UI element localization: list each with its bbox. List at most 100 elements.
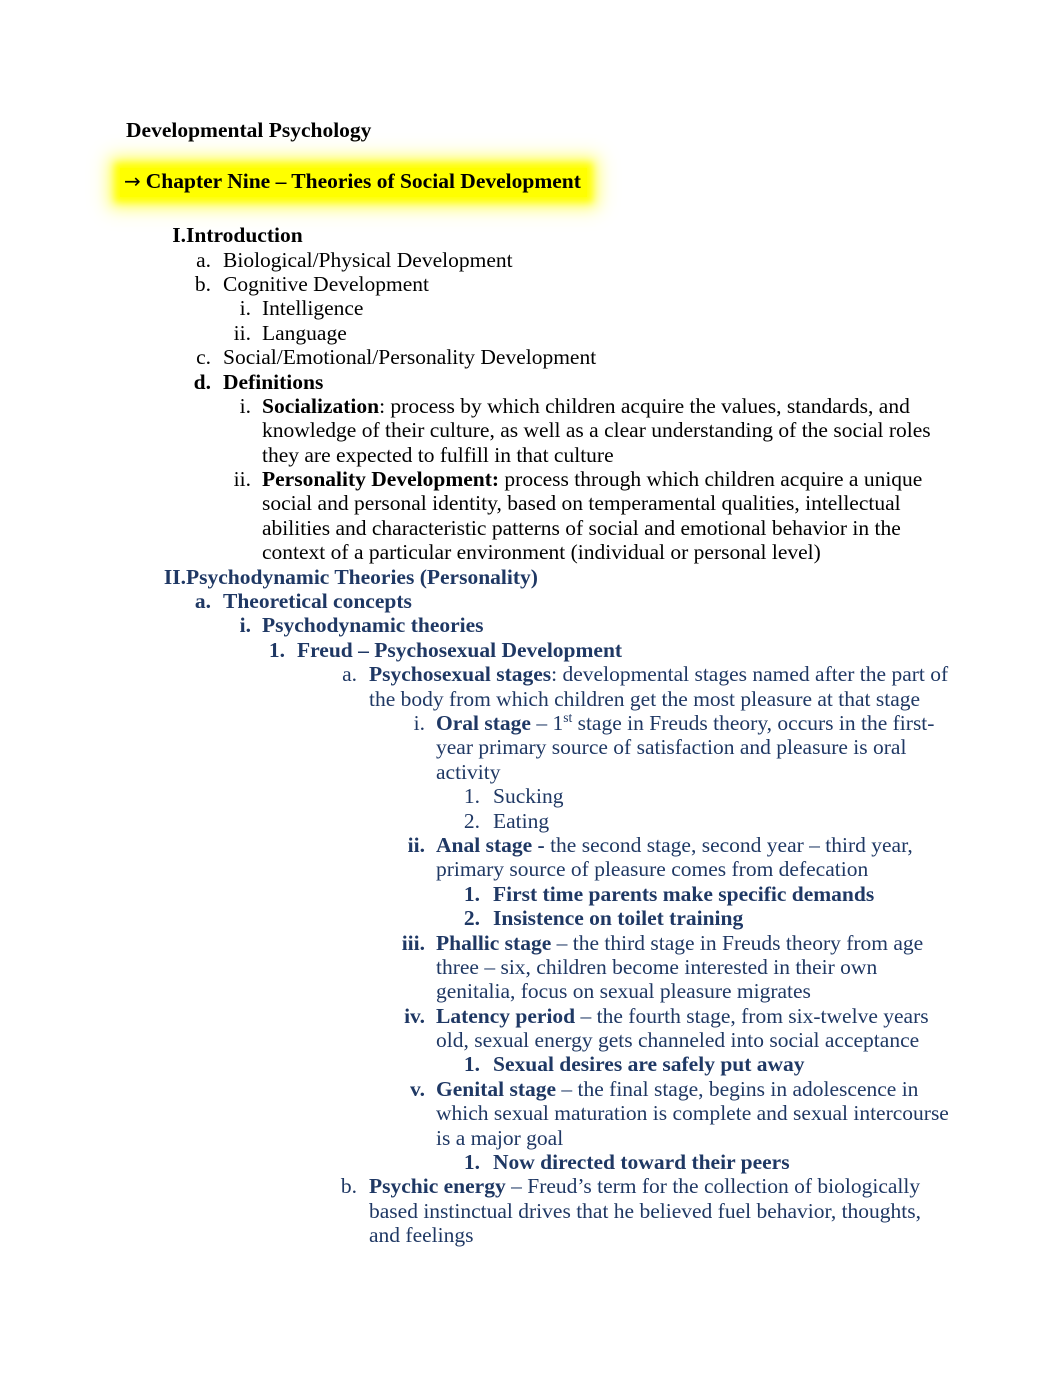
item-marker: 1. [463, 1052, 480, 1077]
item-label: Now directed toward their peers [493, 1150, 790, 1175]
definition-term: Socialization [262, 393, 380, 418]
item-label: Theoretical concepts [223, 589, 412, 614]
item-marker: 2. [463, 808, 480, 833]
item-marker: a. [342, 662, 357, 687]
definition-separator: : [551, 662, 563, 687]
item-marker: i. [413, 711, 425, 735]
item-marker: ii. [407, 832, 425, 857]
item-label: Personality Development: process through… [251, 467, 952, 565]
item-label: Anal stage - the second stage, second ye… [425, 833, 952, 882]
item-marker: 2. [463, 906, 480, 931]
section-2-marker: II. [163, 564, 186, 589]
list-item: 1. Now directed toward their peers [456, 1150, 952, 1174]
section-1-heading: I. Introduction [120, 223, 952, 247]
stage-term: Phallic stage [436, 930, 552, 955]
item-marker: c. [196, 345, 211, 370]
definition-socialization: i. Socialization: process by which child… [224, 394, 952, 467]
item-label: Sucking [493, 784, 564, 809]
item-marker: iv. [404, 1003, 425, 1028]
right-arrow-icon: → [124, 169, 141, 194]
section-2-heading: II. Psychodynamic Theories (Personality) [120, 565, 952, 589]
item-marker: b. [194, 271, 211, 296]
list-item: 1. First time parents make specific dema… [456, 882, 952, 906]
stage-separator: – [551, 930, 573, 955]
list-item: 2. Insistence on toilet training [456, 906, 952, 930]
list-item: 1. Sexual desires are safely put away [456, 1052, 952, 1076]
stage-latency: iv. Latency period – the fourth stage, f… [396, 1004, 952, 1053]
list-item: i. Intelligence [224, 296, 952, 320]
stage-separator: – [575, 1003, 597, 1028]
item-label: Definitions [223, 369, 324, 394]
item-marker: a. [194, 589, 211, 614]
list-item: ii. Language [224, 321, 952, 345]
item-marker: i. [239, 613, 251, 638]
definition-term: Psychosexual stages [369, 662, 552, 687]
item-label: Oral stage – 1st stage in Freuds theory,… [425, 711, 952, 784]
item-marker: i. [239, 296, 251, 321]
item-marker: 1. [463, 784, 480, 809]
item-marker: i. [239, 393, 251, 418]
definition-personality-development: ii. Personality Development: process thr… [224, 467, 952, 565]
ordinal-suffix: st [563, 709, 573, 725]
item-marker: iii. [401, 930, 425, 955]
list-item: a. Theoretical concepts [186, 589, 952, 613]
definitions-heading: d. Definitions [186, 370, 952, 394]
item-marker: 1. [463, 881, 480, 906]
item-marker: v. [410, 1076, 425, 1101]
item-label: Phallic stage – the third stage in Freud… [425, 931, 952, 1004]
stage-phallic: iii. Phallic stage – the third stage in … [396, 931, 952, 1004]
item-marker: a. [196, 247, 211, 272]
item-label: Psychosexual stages: developmental stage… [357, 662, 952, 711]
item-label: Language [262, 320, 347, 345]
stage-genital: v. Genital stage – the final stage, begi… [396, 1077, 952, 1150]
definition-separator: : [379, 393, 391, 418]
definition-separator: – [505, 1174, 528, 1199]
chapter-heading-text: Chapter Nine – Theories of Social Develo… [145, 169, 581, 194]
chapter-heading: → Chapter Nine – Theories of Social Devel… [120, 168, 587, 198]
stage-oral: i. Oral stage – 1st stage in Freuds theo… [396, 711, 952, 784]
item-marker: d. [193, 369, 211, 394]
item-label: Biological/Physical Development [223, 247, 513, 272]
section-1-title: Introduction [186, 223, 303, 248]
list-item: i. Psychodynamic theories [224, 613, 952, 637]
item-label: Insistence on toilet training [493, 906, 744, 931]
item-marker: ii. [233, 467, 251, 492]
item-label: Psychodynamic theories [262, 613, 484, 638]
definition-term: Psychic energy [369, 1174, 506, 1199]
item-marker: b. [340, 1174, 357, 1199]
list-item: a. Biological/Physical Development [186, 248, 952, 272]
item-marker: ii. [233, 320, 251, 345]
section-1-marker: I. [172, 223, 186, 248]
item-label: Social/Emotional/Personality Development [223, 345, 597, 370]
stage-separator: – [530, 711, 553, 735]
list-item: b. Cognitive Development [186, 272, 952, 296]
chapter-heading-highlight: → Chapter Nine – Theories of Social Devel… [120, 168, 587, 198]
item-marker: 1. [463, 1150, 480, 1175]
item-label: Freud – Psychosexual Development [297, 637, 623, 662]
item-label: Sexual desires are safely put away [493, 1052, 805, 1077]
list-item: c. Social/Emotional/Personality Developm… [186, 345, 952, 369]
stage-term: Oral stage [436, 711, 531, 735]
stage-anal: ii. Anal stage - the second stage, secon… [396, 833, 952, 882]
item-label: First time parents make specific demands [493, 881, 875, 906]
item-label: Genital stage – the final stage, begins … [425, 1077, 952, 1150]
item-marker: 1. [268, 637, 285, 662]
definition-term: Personality Development: [262, 467, 500, 492]
stage-body-pre: 1 [552, 711, 564, 735]
list-item: 2. Eating [456, 809, 952, 833]
psychosexual-stages-intro: a. Psychosexual stages: developmental st… [333, 662, 952, 711]
item-label: Socialization: process by which children… [251, 394, 952, 467]
stage-term: Anal stage - [436, 832, 545, 857]
item-label: Psychic energy – Freud’s term for the co… [357, 1174, 952, 1247]
list-item: 1. Freud – Psychosexual Development [261, 638, 952, 662]
stage-separator: – [556, 1076, 578, 1101]
page-title: Developmental Psychology [126, 118, 372, 142]
psychic-energy: b. Psychic energy – Freud’s term for the… [333, 1174, 952, 1247]
section-2-title: Psychodynamic Theories (Personality) [186, 564, 538, 589]
item-label: Intelligence [262, 296, 364, 321]
item-label: Cognitive Development [223, 271, 430, 296]
item-label: Eating [493, 808, 550, 833]
stage-term: Latency period [436, 1003, 576, 1028]
list-item: 1. Sucking [456, 784, 952, 808]
document-page: Developmental Psychology → Chapter Nine –… [0, 0, 1062, 1377]
